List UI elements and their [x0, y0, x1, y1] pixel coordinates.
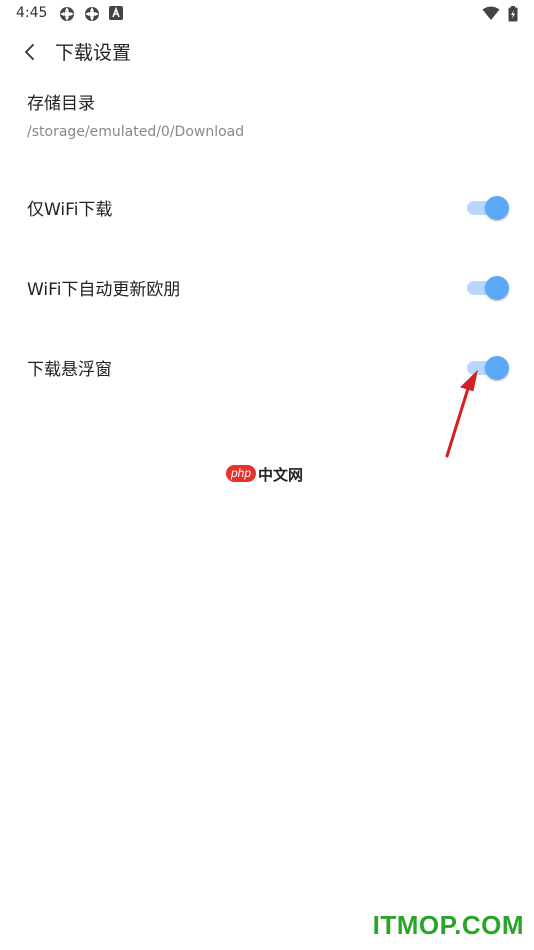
status-bar: 4:45 — [0, 0, 534, 28]
annotation-arrow-icon — [445, 369, 478, 458]
sync-icon — [60, 7, 74, 21]
page-title: 下载设置 — [55, 42, 132, 64]
app-header: 下载设置 — [0, 32, 534, 72]
setting-label: 下载悬浮窗 — [27, 360, 112, 380]
wifi-only-toggle[interactable] — [465, 196, 509, 220]
wifi-icon — [482, 6, 500, 20]
setting-row-auto-update: WiFi下自动更新欧朋 — [0, 257, 534, 317]
setting-label: WiFi下自动更新欧朋 — [27, 280, 181, 300]
status-time: 4:45 — [16, 5, 48, 21]
a-badge-icon — [109, 6, 123, 20]
setting-label: 仅WiFi下载 — [27, 200, 113, 220]
toggle-thumb — [485, 196, 509, 220]
auto-update-toggle[interactable] — [465, 276, 509, 300]
setting-row-wifi-only: 仅WiFi下载 — [0, 177, 534, 237]
toggle-thumb — [485, 356, 509, 380]
php-logo-text: 中文网 — [258, 466, 304, 484]
php-badge: php — [226, 465, 256, 482]
site-watermark: ITMOP.COM — [372, 910, 524, 940]
toggle-thumb — [485, 276, 509, 300]
chevron-left-icon[interactable] — [20, 40, 42, 64]
storage-directory-label: 存储目录 — [27, 94, 95, 114]
battery-icon — [508, 6, 518, 22]
storage-directory-path: /storage/emulated/0/Download — [27, 124, 245, 140]
sync-icon — [85, 7, 99, 21]
